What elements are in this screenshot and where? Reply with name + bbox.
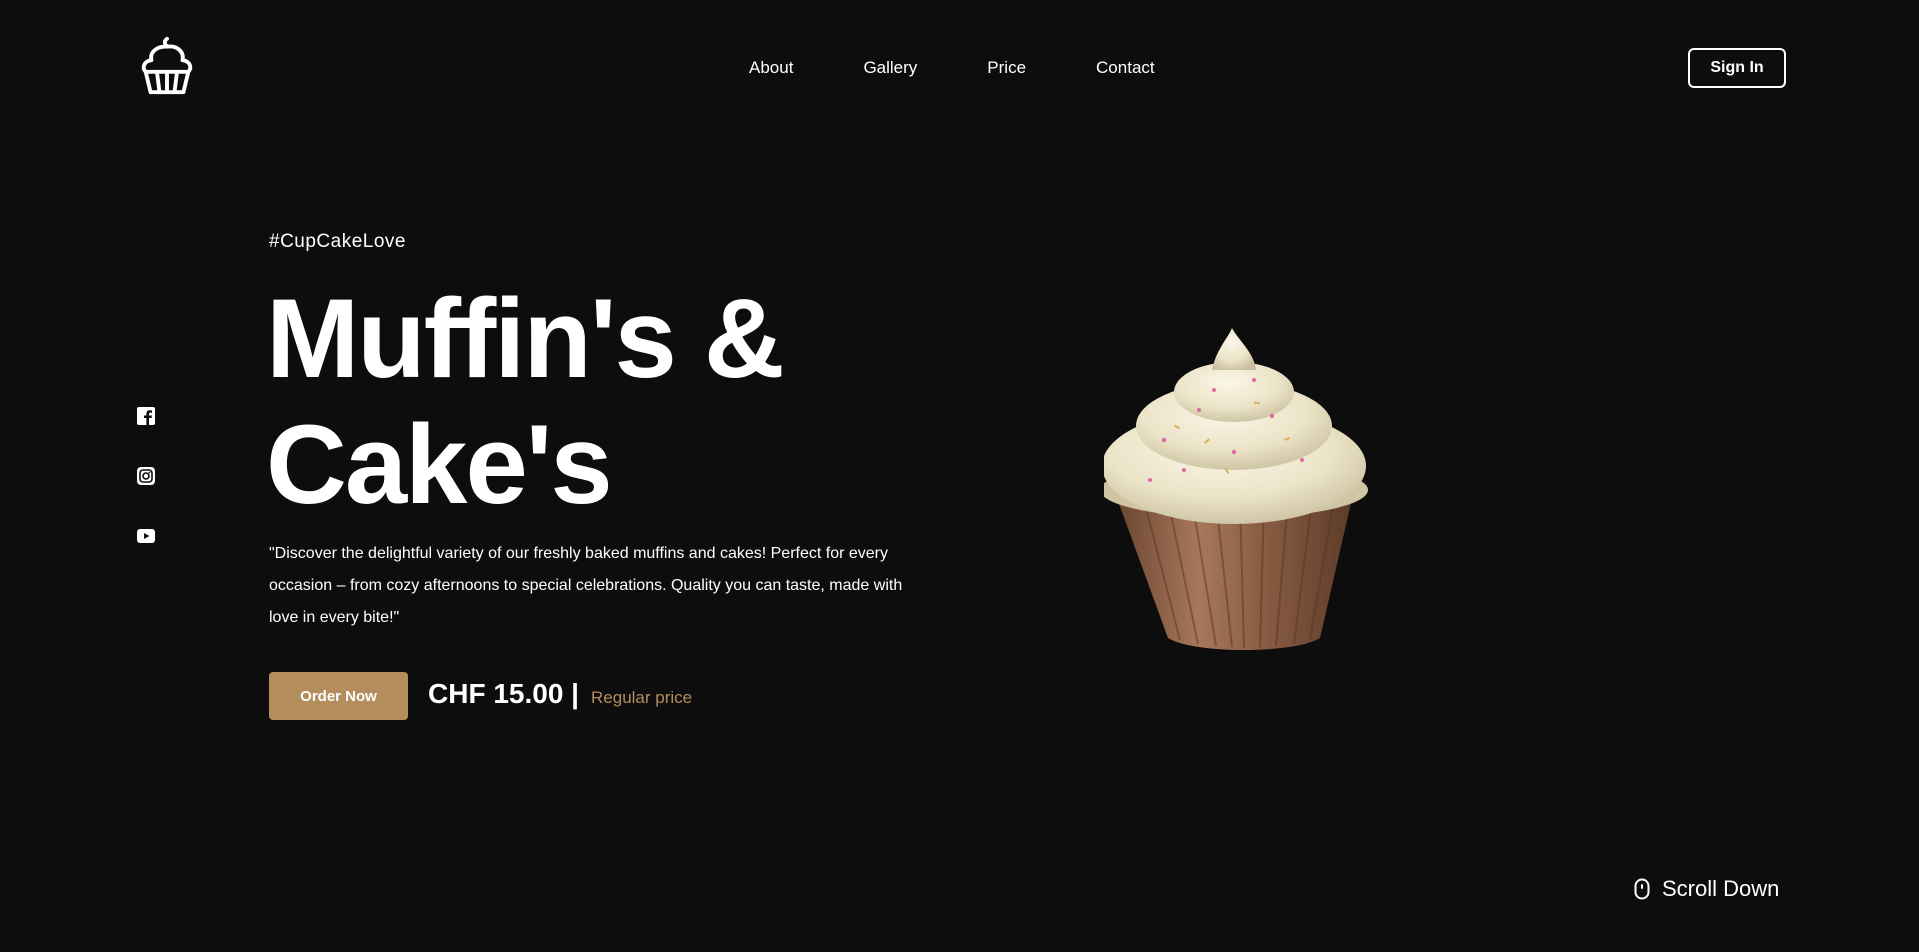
mouse-icon (1634, 878, 1650, 900)
main-nav: About Gallery Price Contact (749, 58, 1155, 78)
cupcake-illustration (1104, 328, 1368, 650)
facebook-icon[interactable] (136, 406, 156, 426)
instagram-icon[interactable] (136, 466, 156, 486)
hero-title-line1: Muffin's & (266, 276, 785, 401)
nav-contact[interactable]: Contact (1096, 58, 1155, 78)
price-value: CHF 15.00 | (428, 678, 580, 709)
nav-about[interactable]: About (749, 58, 793, 78)
price-note: Regular price (591, 688, 693, 707)
social-links (136, 406, 156, 546)
order-now-button[interactable]: Order Now (269, 672, 408, 720)
nav-gallery[interactable]: Gallery (863, 58, 917, 78)
hero-description: "Discover the delightful variety of our … (269, 545, 903, 626)
sign-in-button[interactable]: Sign In (1688, 48, 1786, 88)
nav-price[interactable]: Price (987, 58, 1026, 78)
youtube-icon[interactable] (136, 526, 156, 546)
scroll-down-link[interactable]: Scroll Down (1634, 876, 1779, 902)
cupcake-logo-icon[interactable] (136, 34, 198, 96)
hero-title-line2: Cake's (266, 402, 613, 527)
hashtag-label: #CupCakeLove (269, 231, 406, 252)
price-block: CHF 15.00 | Regular price (428, 678, 692, 710)
scroll-down-label: Scroll Down (1662, 876, 1780, 901)
hero-title: Muffin's & Cake's (266, 276, 785, 528)
